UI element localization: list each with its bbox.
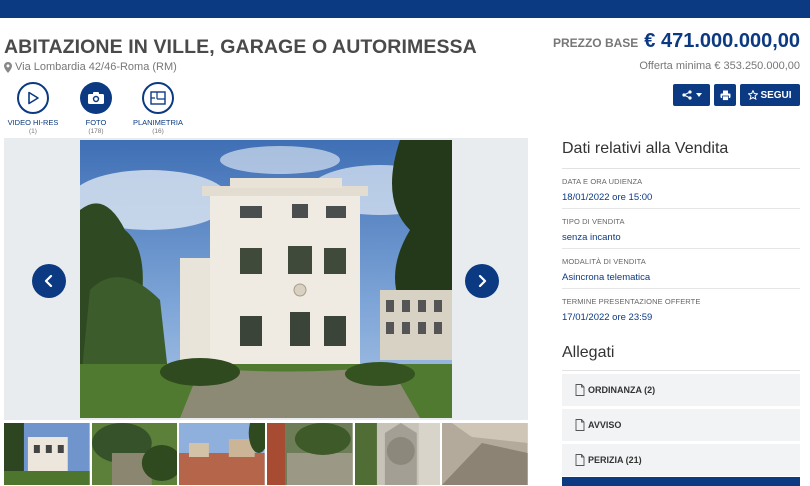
listing-actions: SEGUI: [673, 84, 800, 106]
print-icon: [720, 90, 730, 101]
thumbnail[interactable]: [4, 423, 90, 485]
camera-icon: [80, 82, 112, 114]
sale-details-panel: Dati relativi alla Vendita DATA E ORA UD…: [562, 130, 800, 476]
floorplan-icon: [142, 82, 174, 114]
floorplan-label: PLANIMETRIA: [132, 118, 183, 127]
panel-footer-bar: [562, 477, 800, 486]
map-pin-icon: [4, 61, 12, 73]
floorplan-count: (16): [152, 128, 164, 135]
thumbnail[interactable]: [91, 423, 178, 485]
address-text: Via Lombardia 42/46-Roma (RM): [15, 61, 177, 73]
attachment-label: AVVISO: [588, 420, 622, 430]
sale-details-title: Dati relativi alla Vendita: [562, 130, 800, 169]
document-icon: [575, 419, 585, 431]
attachment-ordinanza[interactable]: ORDINANZA (2): [562, 374, 800, 406]
photo-count: (178): [88, 128, 104, 135]
document-icon: [575, 384, 585, 396]
price-value: € 471.000.000,00: [644, 30, 800, 52]
photo-button[interactable]: FOTO (178): [66, 82, 126, 135]
info-value: senza incanto: [562, 232, 621, 243]
photo-label: FOTO: [85, 118, 107, 127]
info-value: 17/01/2022 ore 23:59: [562, 312, 653, 323]
attachments-title: Allegati: [562, 344, 800, 371]
follow-button[interactable]: SEGUI: [740, 84, 800, 106]
info-row: TIPO DI VENDITA senza incanto: [562, 209, 800, 249]
attachment-avviso[interactable]: AVVISO: [562, 409, 800, 441]
price-label: PREZZO BASE: [552, 36, 639, 50]
info-row: MODALITÀ DI VENDITA Asincrona telematica: [562, 249, 800, 289]
info-value: 18/01/2022 ore 15:00: [562, 192, 653, 203]
play-icon: [17, 82, 49, 114]
price-block: PREZZO BASE € 471.000.000,00: [553, 30, 800, 53]
info-label: MODALITÀ DI VENDITA: [562, 257, 646, 266]
video-count: (1): [29, 128, 37, 135]
info-label: DATA E ORA UDIENZA: [562, 177, 643, 186]
thumbnail-strip: [4, 423, 529, 485]
info-label: TERMINE PRESENTAZIONE OFFERTE: [562, 297, 701, 306]
listing-title: ABITAZIONE IN VILLE, GARAGE O AUTORIMESS…: [4, 36, 477, 58]
info-label: TIPO DI VENDITA: [562, 217, 625, 226]
gallery-prev-button[interactable]: [32, 264, 66, 298]
document-icon: [575, 454, 585, 466]
thumbnail[interactable]: [179, 423, 266, 485]
minimum-offer: Offerta minima € 353.250.000,00: [639, 60, 800, 72]
follow-label: SEGUI: [760, 89, 792, 101]
print-button[interactable]: [714, 84, 736, 106]
top-nav-bar: [0, 0, 810, 18]
photo-gallery: [4, 138, 528, 420]
attachment-label: ORDINANZA (2): [588, 385, 656, 395]
share-icon: [681, 90, 692, 100]
listing-address: Via Lombardia 42/46-Roma (RM): [4, 61, 177, 73]
attachment-perizia[interactable]: PERIZIA (21): [562, 444, 800, 476]
attachment-label: PERIZIA (21): [588, 455, 642, 465]
thumbnail[interactable]: [354, 423, 441, 485]
video-button[interactable]: VIDEO HI-RES (1): [3, 82, 63, 135]
chevron-left-icon: [44, 275, 53, 287]
share-button[interactable]: [673, 84, 710, 106]
thumbnail[interactable]: [442, 423, 529, 485]
chevron-right-icon: [478, 275, 487, 287]
thumbnail[interactable]: [267, 423, 353, 485]
floorplan-button[interactable]: PLANIMETRIA (16): [128, 82, 188, 135]
star-icon: [748, 90, 759, 100]
info-value: Asincrona telematica: [562, 272, 651, 283]
info-row: DATA E ORA UDIENZA 18/01/2022 ore 15:00: [562, 169, 800, 209]
info-row: TERMINE PRESENTAZIONE OFFERTE 17/01/2022…: [562, 289, 800, 328]
gallery-next-button[interactable]: [465, 264, 499, 298]
video-label: VIDEO HI-RES: [7, 118, 59, 127]
caret-down-icon: [695, 93, 702, 97]
main-photo[interactable]: [80, 140, 452, 418]
